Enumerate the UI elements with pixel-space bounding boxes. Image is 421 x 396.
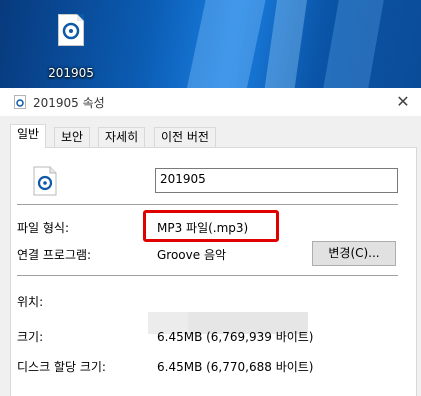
wallpaper-light-beam xyxy=(260,0,310,88)
red-highlight-box xyxy=(143,210,279,242)
file-type-label: 파일 형식: xyxy=(17,221,70,235)
properties-dialog: 201905 속성 ✕ 일반 보안 자세히 이전 버전 201905 파일 형식… xyxy=(0,88,421,396)
wallpaper-light-beam xyxy=(180,0,270,88)
window-title: 201905 속성 xyxy=(33,96,105,110)
desktop-background: 201905 xyxy=(0,0,421,88)
size-label: 크기: xyxy=(17,330,44,344)
groove-music-file-icon xyxy=(14,95,26,109)
groove-music-file-icon xyxy=(58,14,84,46)
size-on-disk-label: 디스크 할당 크기: xyxy=(17,360,106,374)
file-name-input[interactable]: 201905 xyxy=(155,168,398,193)
desktop-icon-label: 201905 xyxy=(48,66,94,80)
desktop-file-icon[interactable]: 201905 xyxy=(45,8,97,88)
size-on-disk-value: 6.45MB (6,770,688 바이트) xyxy=(157,360,314,374)
divider xyxy=(17,204,398,205)
opens-with-value: Groove 음악 xyxy=(157,248,227,262)
tab-details[interactable]: 자세히 xyxy=(98,127,146,147)
size-value: 6.45MB (6,769,939 바이트) xyxy=(157,330,314,344)
tab-previous-versions[interactable]: 이전 버전 xyxy=(154,127,216,147)
title-bar[interactable]: 201905 속성 ✕ xyxy=(0,88,421,116)
location-label: 위치: xyxy=(17,295,44,309)
divider xyxy=(17,275,398,276)
dialog-client-area: 일반 보안 자세히 이전 버전 201905 파일 형식: MP3 파일(.mp… xyxy=(0,116,421,396)
change-button[interactable]: 변경(C)... xyxy=(312,241,396,266)
tab-security[interactable]: 보안 xyxy=(54,127,91,147)
opens-with-label: 연결 프로그램: xyxy=(17,248,92,262)
close-icon[interactable]: ✕ xyxy=(393,92,413,112)
tab-general[interactable]: 일반 xyxy=(10,124,47,148)
wallpaper-light-beam xyxy=(317,0,388,88)
groove-music-file-icon xyxy=(33,166,57,196)
general-tab-panel: 201905 파일 형식: MP3 파일(.mp3) 연결 프로그램: Groo… xyxy=(10,147,417,396)
